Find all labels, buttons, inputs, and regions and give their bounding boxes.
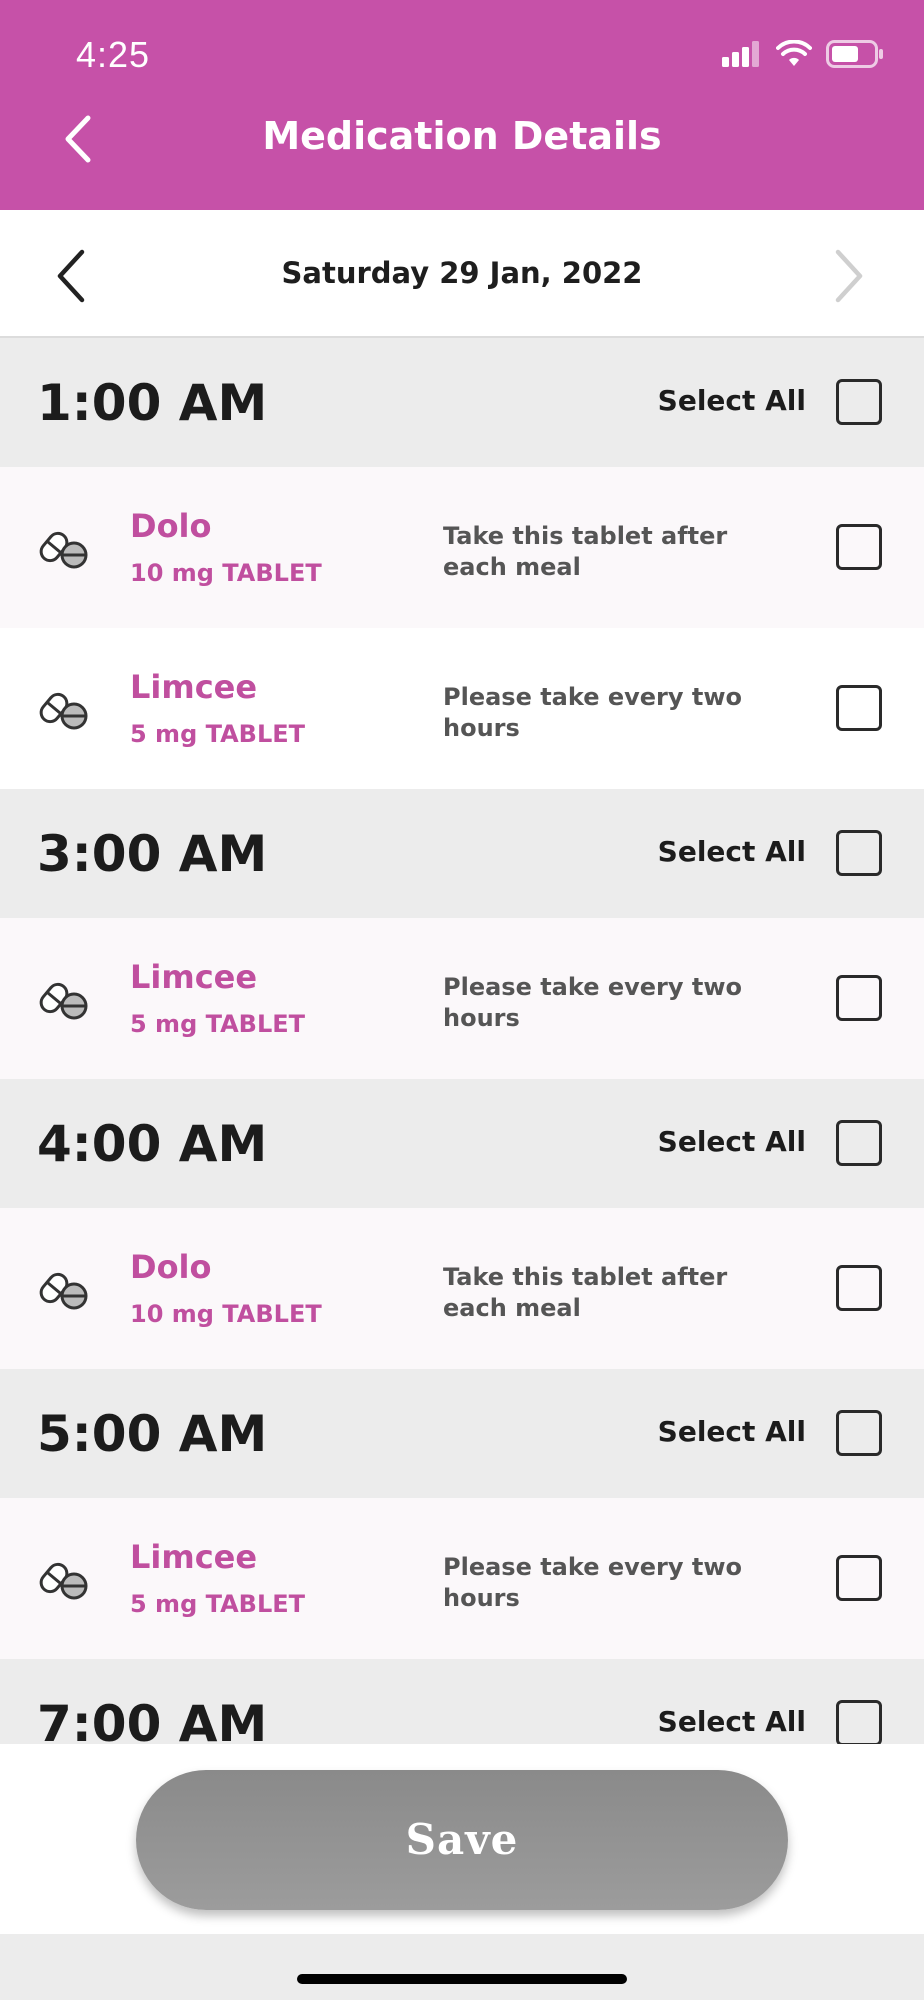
current-date: Saturday 29 Jan, 2022	[281, 256, 643, 290]
medication-row: Limcee 5 mg TABLET Please take every two…	[0, 1498, 924, 1659]
select-all-button[interactable]: Select All	[658, 384, 806, 417]
next-day-icon[interactable]	[828, 246, 868, 306]
medication-checkbox[interactable]	[836, 975, 882, 1021]
select-all-checkbox[interactable]	[836, 1410, 882, 1456]
time-slot-header: 5:00 AM Select All	[0, 1369, 924, 1498]
select-all-button[interactable]: Select All	[658, 1415, 806, 1448]
time-slot-header: 4:00 AM Select All	[0, 1079, 924, 1208]
select-all-button[interactable]: Select All	[658, 1705, 806, 1738]
medication-checkbox[interactable]	[836, 524, 882, 570]
page-title: Medication Details	[262, 114, 662, 158]
medication-instruction: Take this tablet after each meal	[443, 1263, 728, 1322]
medication-name: Dolo	[130, 507, 212, 545]
time-slot-label: 4:00 AM	[37, 1115, 268, 1173]
medication-instruction: Take this tablet after each meal	[443, 522, 728, 581]
medication-list: 1:00 AM Select All Dolo 10 mg TABLET Tak…	[0, 338, 924, 1744]
select-all-checkbox[interactable]	[836, 1120, 882, 1166]
pill-icon	[39, 1562, 88, 1600]
app-header: 4:25 Medication Details	[0, 0, 924, 210]
medication-instruction: Please take every two hours	[443, 683, 742, 742]
battery-icon	[826, 40, 883, 68]
medication-row: Dolo 10 mg TABLET Take this tablet after…	[0, 467, 924, 628]
select-all-checkbox[interactable]	[836, 830, 882, 876]
time-slot-label: 5:00 AM	[37, 1405, 268, 1463]
medication-row: Limcee 5 mg TABLET Please take every two…	[0, 628, 924, 789]
medication-checkbox[interactable]	[836, 685, 882, 731]
time-slot-label: 7:00 AM	[37, 1695, 268, 1744]
status-icons	[722, 40, 884, 68]
select-all-button[interactable]: Select All	[658, 1125, 806, 1158]
pill-icon	[39, 982, 88, 1020]
medication-dose: 10 mg TABLET	[130, 1300, 322, 1328]
home-indicator-area	[0, 1934, 924, 2000]
select-all-checkbox[interactable]	[836, 1700, 882, 1744]
save-button[interactable]: Save	[136, 1770, 788, 1910]
medication-instruction: Please take every two hours	[443, 973, 742, 1032]
time-slot-label: 1:00 AM	[37, 374, 268, 432]
time-slot-label: 3:00 AM	[37, 825, 268, 883]
medication-name: Limcee	[130, 958, 258, 996]
medication-row: Limcee 5 mg TABLET Please take every two…	[0, 918, 924, 1079]
status-time: 4:25	[76, 34, 151, 75]
medication-checkbox[interactable]	[836, 1555, 882, 1601]
time-slot-header: 3:00 AM Select All	[0, 789, 924, 918]
time-slot-header: 7:00 AM Select All	[0, 1659, 924, 1744]
medication-dose: 5 mg TABLET	[130, 1590, 306, 1618]
footer: Save	[0, 1744, 924, 1934]
medication-dose: 5 mg TABLET	[130, 720, 306, 748]
medication-dose: 10 mg TABLET	[130, 559, 322, 587]
medication-name: Dolo	[130, 1248, 212, 1286]
pill-icon	[39, 1272, 88, 1310]
medication-name: Limcee	[130, 1538, 258, 1576]
medication-dose: 5 mg TABLET	[130, 1010, 306, 1038]
pill-icon	[39, 692, 88, 730]
medication-instruction: Please take every two hours	[443, 1553, 742, 1612]
home-indicator[interactable]	[297, 1974, 627, 1984]
pill-icon	[39, 531, 88, 569]
wifi-icon	[776, 40, 812, 66]
medication-row: Dolo 10 mg TABLET Take this tablet after…	[0, 1208, 924, 1369]
medication-checkbox[interactable]	[836, 1265, 882, 1311]
date-navigator: Saturday 29 Jan, 2022	[0, 210, 924, 338]
medication-name: Limcee	[130, 668, 258, 706]
signal-icon	[722, 41, 759, 67]
select-all-checkbox[interactable]	[836, 379, 882, 425]
select-all-button[interactable]: Select All	[658, 835, 806, 868]
time-slot-header: 1:00 AM Select All	[0, 338, 924, 467]
